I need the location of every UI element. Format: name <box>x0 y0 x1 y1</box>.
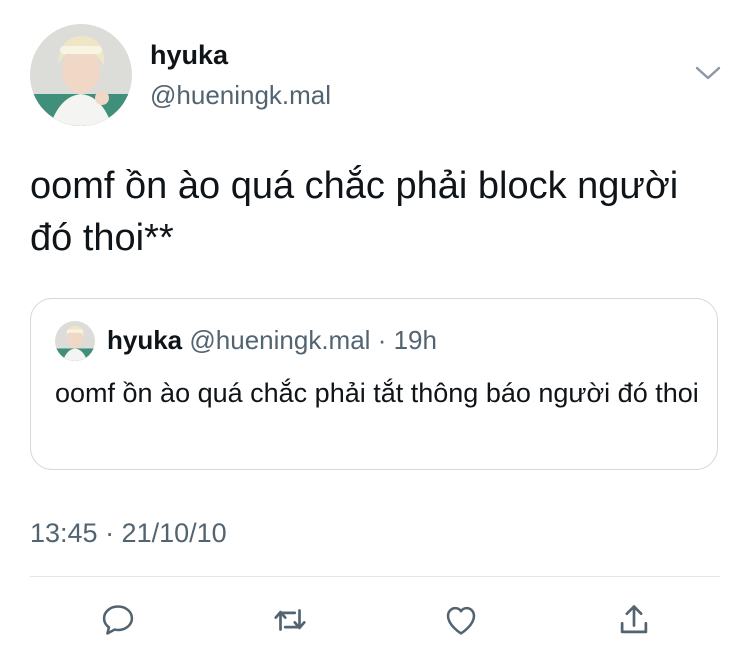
avatar[interactable] <box>30 24 132 126</box>
quoted-tweet[interactable]: hyuka @hueningk.mal · 19h oomf ồn ào quá… <box>30 298 718 470</box>
retweet-button[interactable] <box>270 600 310 640</box>
quoted-username-handle[interactable]: @hueningk.mal <box>189 325 370 355</box>
share-icon <box>620 605 648 634</box>
like-button[interactable] <box>441 600 481 640</box>
share-button[interactable] <box>614 600 654 640</box>
divider <box>30 576 720 577</box>
quoted-header: hyuka @hueningk.mal · 19h <box>107 325 437 356</box>
quoted-avatar[interactable] <box>55 321 95 361</box>
tweet-text: oomf ồn ào quá chắc phải block người đó … <box>30 165 679 259</box>
retweet-icon <box>274 609 306 631</box>
quoted-tweet-text: oomf ồn ào quá chắc phải tắt thông báo n… <box>55 378 699 408</box>
chevron-down-icon[interactable] <box>694 62 722 84</box>
quoted-separator: · <box>377 325 387 355</box>
reply-button[interactable] <box>98 600 138 640</box>
avatar-image <box>30 24 132 126</box>
heart-icon <box>446 606 476 635</box>
tweet-timestamp[interactable]: 13:45 · 21/10/10 <box>30 518 227 549</box>
reply-icon <box>102 605 134 635</box>
quoted-display-name[interactable]: hyuka <box>107 325 182 355</box>
display-name[interactable]: hyuka <box>150 40 228 71</box>
username-handle[interactable]: @hueningk.mal <box>150 80 331 111</box>
quoted-avatar-image <box>55 321 95 361</box>
quoted-time[interactable]: 19h <box>394 325 437 355</box>
